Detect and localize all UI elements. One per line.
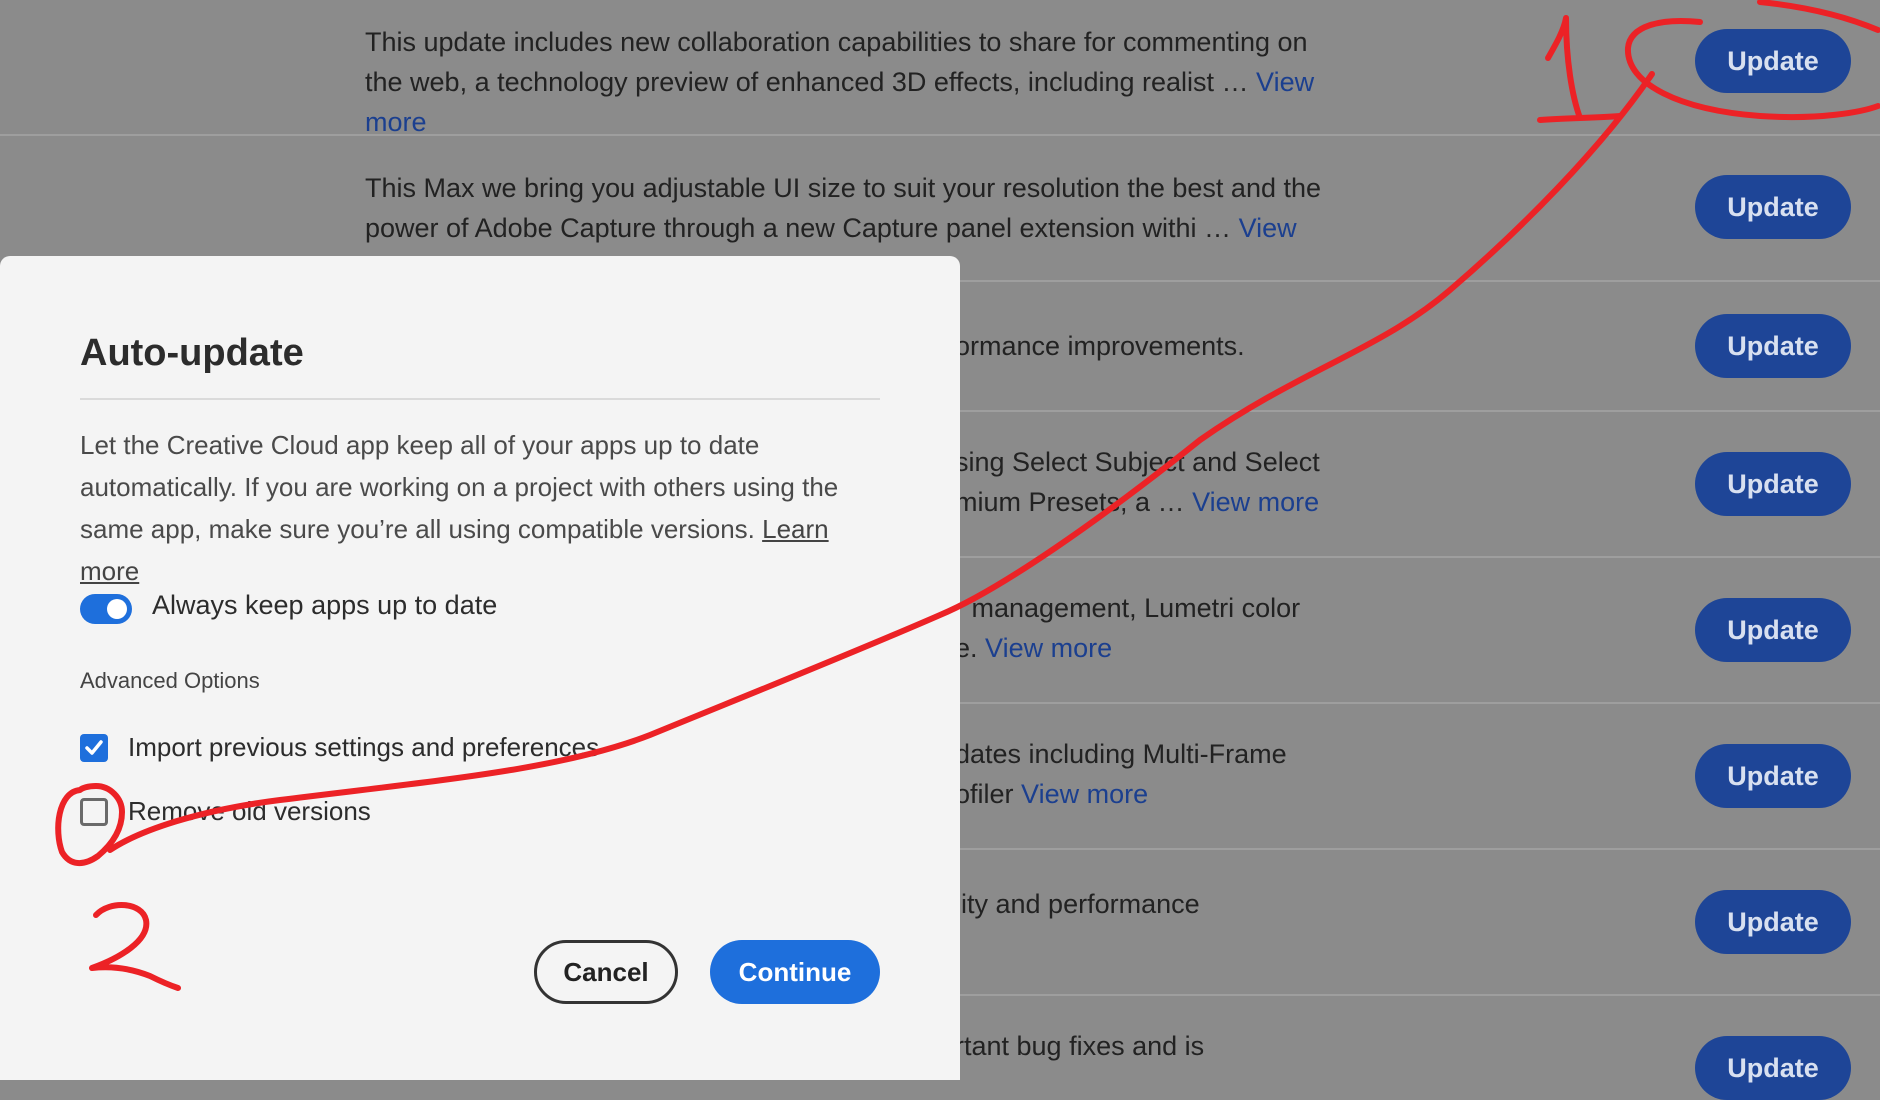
dialog-body: Let the Creative Cloud app keep all of y… <box>80 424 890 592</box>
update-description: r management, Lumetri color e. View more <box>955 593 1301 663</box>
update-button[interactable]: Update <box>1695 744 1851 808</box>
view-more-link[interactable]: View more <box>985 633 1112 663</box>
dialog-body-text: Let the Creative Cloud app keep all of y… <box>80 430 839 544</box>
update-button[interactable]: Update <box>1695 175 1851 239</box>
update-button[interactable]: Update <box>1695 314 1851 378</box>
update-description: sing Select Subject and Select mium Pres… <box>955 447 1320 517</box>
dialog-title: Auto-update <box>80 332 304 374</box>
update-description: ormance improvements. <box>955 331 1245 361</box>
update-description: rtant bug fixes and is <box>955 1031 1205 1061</box>
import-settings-label: Import previous settings and preferences <box>128 732 600 762</box>
update-button[interactable]: Update <box>1695 598 1851 662</box>
remove-old-versions-checkbox[interactable] <box>80 798 108 826</box>
divider <box>80 398 880 400</box>
update-description: This update includes new collaboration c… <box>365 27 1315 137</box>
update-row: This update includes new collaboration c… <box>0 0 1880 137</box>
checkmark-icon <box>85 740 103 755</box>
update-button[interactable]: Update <box>1695 29 1851 93</box>
view-more-link[interactable]: View more <box>1021 779 1148 809</box>
import-settings-checkbox[interactable] <box>80 734 108 762</box>
update-button[interactable]: Update <box>1695 1036 1851 1100</box>
continue-button[interactable]: Continue <box>710 940 880 1004</box>
update-description: lity and performance <box>955 889 1200 919</box>
advanced-options-heading: Advanced Options <box>80 668 260 693</box>
auto-update-dialog: Auto-update Let the Creative Cloud app k… <box>0 256 960 1080</box>
remove-old-versions-label: Remove old versions <box>128 796 371 826</box>
view-more-link[interactable]: View more <box>1192 487 1319 517</box>
update-button[interactable]: Update <box>1695 452 1851 516</box>
toggle-label: Always keep apps up to date <box>152 590 498 620</box>
update-button[interactable]: Update <box>1695 890 1851 954</box>
update-description: dates including Multi-Frame ofiler View … <box>955 739 1287 809</box>
cancel-button[interactable]: Cancel <box>534 940 678 1004</box>
toggle-knob <box>107 599 127 619</box>
auto-update-toggle[interactable] <box>80 594 132 624</box>
